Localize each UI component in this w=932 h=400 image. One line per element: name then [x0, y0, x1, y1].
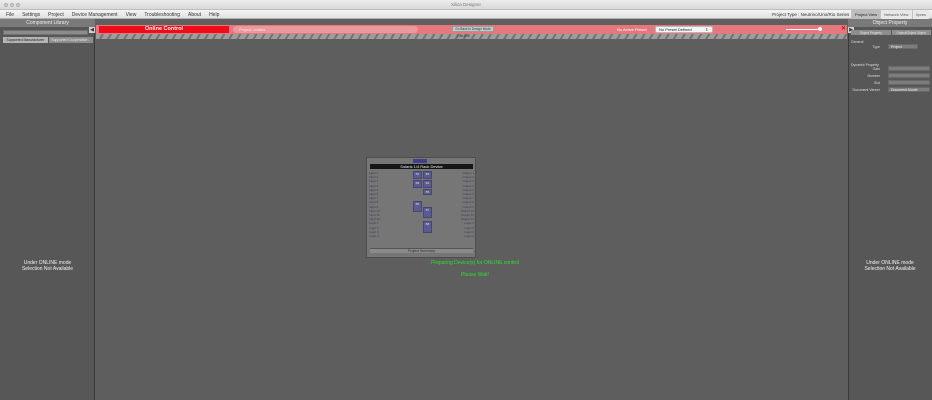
- tab-supported-manufacturer[interactable]: Supported Manufacturer: [3, 37, 48, 43]
- dsp-block[interactable]: B8: [423, 221, 432, 233]
- menu-project[interactable]: Project: [48, 12, 64, 18]
- dsp-block[interactable]: B6: [413, 201, 422, 212]
- dsp-block[interactable]: B2: [423, 171, 432, 179]
- dsp-block[interactable]: B7: [423, 207, 432, 218]
- left-panel-online-message: Under ONLINE mode Selection Not Availabl…: [0, 260, 95, 272]
- tab-xpres[interactable]: Xpres: [911, 10, 930, 19]
- menu-about[interactable]: About: [188, 12, 201, 18]
- zoom-slider[interactable]: [786, 29, 822, 30]
- menu-help[interactable]: Help: [209, 12, 219, 18]
- dsp-block[interactable]: B3: [413, 180, 422, 188]
- design-mode-button[interactable]: Go Back to Design Mode: [452, 26, 494, 32]
- device-title: Solaris 1/4 Rack Device: [370, 164, 473, 169]
- object-property-tabs: Object Property Object/Object Object: [851, 30, 931, 35]
- project-type-label: Project Type : Neutrino/Uno/Rio Series: [772, 12, 850, 17]
- status-message: Preparing Device(s) for ONLINE control: [431, 260, 519, 266]
- tab-network-view[interactable]: Network View: [880, 10, 912, 19]
- online-hatch-strip: [96, 34, 847, 39]
- menu-settings[interactable]: Settings: [22, 12, 40, 18]
- window-title: Xilica Designer: [450, 2, 481, 7]
- property-value[interactable]: Project: [888, 44, 918, 49]
- tab-project-view[interactable]: Project View: [851, 10, 881, 19]
- right-panel-online-message: Under ONLINE mode Selection Not Availabl…: [848, 260, 932, 272]
- online-strip-label: ONLINE: [457, 34, 471, 38]
- menu-troubleshooting[interactable]: Troubleshooting: [144, 12, 180, 18]
- property-row-slot: Slot: [850, 80, 930, 86]
- tab-object-object[interactable]: Object/Object Object: [891, 30, 931, 35]
- menu-file[interactable]: File: [6, 12, 14, 18]
- property-value[interactable]: Document Model: [888, 87, 930, 92]
- left-message-line2: Selection Not Available: [21, 266, 74, 272]
- property-row-type: Type Project: [850, 44, 930, 50]
- zoom-slider-knob[interactable]: [818, 27, 822, 31]
- object-property-title: Object Property: [848, 19, 932, 27]
- view-tabs: Project View Network View Xpres: [851, 10, 930, 19]
- collapse-left-panel-icon[interactable]: ◀: [89, 27, 95, 33]
- menu-device-management[interactable]: Device Management: [72, 12, 118, 18]
- close-icon[interactable]: ✕: [841, 25, 846, 32]
- right-message-line2: Selection Not Available: [864, 266, 916, 272]
- tab-object-property[interactable]: Object Property: [851, 30, 891, 35]
- property-value[interactable]: [888, 80, 930, 85]
- project-name-label: Project: solaris: [233, 26, 418, 33]
- device-tab: [413, 159, 427, 163]
- dsp-block[interactable]: B5: [423, 189, 432, 195]
- property-row-number: Number: [850, 73, 930, 79]
- property-value[interactable]: [888, 66, 930, 71]
- status-wait-message: Please Wait!: [461, 272, 489, 278]
- device-footer: Project Summary: [370, 248, 473, 253]
- menu-view[interactable]: View: [126, 12, 137, 18]
- dsp-block[interactable]: B4: [423, 180, 432, 188]
- active-preset-label: No Active Preset: [617, 27, 647, 32]
- dsp-block[interactable]: B1: [413, 171, 422, 179]
- device-input-port[interactable]: Logic 4: [369, 234, 379, 238]
- component-library-panel: [0, 19, 95, 400]
- component-library-tabs: Supported Manufacturer Supported Coopera…: [3, 37, 93, 43]
- component-library-title: Component Library: [0, 19, 95, 27]
- property-value[interactable]: [888, 73, 930, 78]
- component-search-input[interactable]: [3, 30, 88, 35]
- property-row-gain: Gain: [850, 66, 930, 72]
- chevron-updown-icon: ⇕: [705, 27, 709, 32]
- property-row-document-viewer: Document Viewer Document Model: [850, 87, 930, 93]
- device-output-port[interactable]: Logic 4: [460, 234, 474, 238]
- tab-supported-cooperative[interactable]: Supported Cooperative...: [48, 37, 93, 43]
- online-control-button[interactable]: Online Control: [99, 26, 229, 33]
